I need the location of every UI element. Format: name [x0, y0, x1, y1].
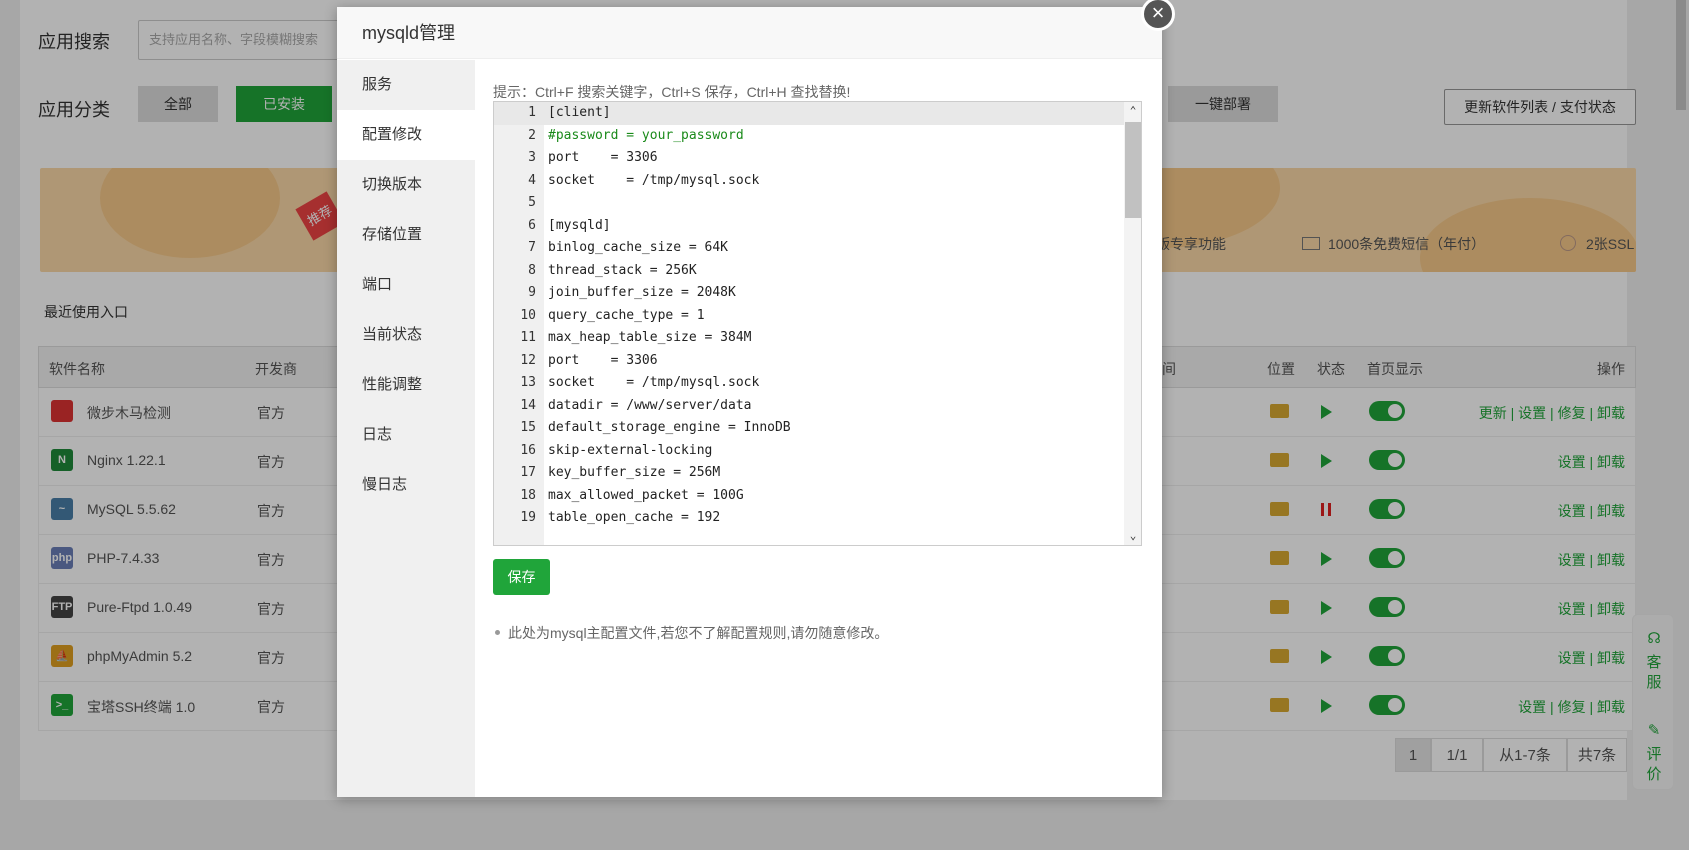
line-content[interactable]: socket = /tmp/mysql.sock	[548, 372, 759, 395]
line-content[interactable]: join_buffer_size = 2048K	[548, 282, 736, 305]
line-number: 2	[528, 127, 536, 143]
line-number: 18	[520, 487, 536, 503]
line-number: 19	[520, 510, 536, 525]
line-content[interactable]: datadir = /www/server/data	[548, 395, 752, 418]
editor-line: 2 #password = your_password	[494, 125, 1124, 148]
line-number: 16	[520, 442, 536, 458]
mysqld-manager-modal: mysqld管理 × 服务 配置修改 切换版本 存储位置 端口 当前状态 性能调整 日志 慢日志…	[337, 0, 1175, 797]
line-number: 11	[520, 330, 536, 345]
editor-line: 3 port = 3306	[494, 147, 1124, 170]
sidebar-item[interactable]: 性能调整	[337, 360, 475, 410]
editor-line: 9 join_buffer_size = 2048K	[494, 282, 1124, 305]
editor-line: 11 max_heap_table_size = 384M	[494, 327, 1124, 350]
line-content[interactable]: port = 3306	[548, 350, 658, 373]
save-button[interactable]: 保存	[493, 559, 550, 595]
config-editor[interactable]: 1 [client] 2 #password = your_password 3 port…	[493, 101, 1142, 546]
line-content[interactable]: [client]	[548, 102, 611, 125]
line-content[interactable]: [mysqld]	[548, 215, 611, 238]
line-number: 3	[528, 150, 536, 165]
line-content[interactable]: binlog_cache_size = 64K	[548, 237, 728, 260]
sidebar-item[interactable]: 存储位置	[337, 210, 475, 260]
line-number: 12	[520, 352, 536, 368]
editor-line: 13 socket = /tmp/mysql.sock	[494, 372, 1124, 395]
modal-title: mysqld管理	[337, 7, 1162, 59]
line-content[interactable]: query_cache_type = 1	[548, 305, 705, 328]
editor-scroll-thumb[interactable]	[1125, 122, 1141, 218]
editor-line: 4 socket = /tmp/mysql.sock	[494, 170, 1124, 193]
line-number: 4	[528, 172, 536, 188]
sidebar-item[interactable]: 慢日志	[337, 460, 475, 510]
editor-line: 17 key_buffer_size = 256M	[494, 462, 1124, 485]
sidebar-item[interactable]: 端口	[337, 260, 475, 310]
editor-line: 7 binlog_cache_size = 64K	[494, 237, 1124, 260]
line-content[interactable]: socket = /tmp/mysql.sock	[548, 170, 759, 193]
line-content[interactable]: table_open_cache = 192	[548, 507, 720, 530]
chevron-down-icon[interactable]: ⌄	[1124, 527, 1141, 545]
chevron-up-icon[interactable]: ⌃	[1124, 102, 1141, 120]
editor-line: 10 query_cache_type = 1	[494, 305, 1124, 328]
line-number: 5	[528, 195, 536, 210]
config-note-text: 此处为mysql主配置文件,若您不了解配置规则,请勿随意修改。	[508, 625, 889, 641]
sidebar-item[interactable]: 配置修改	[337, 110, 475, 160]
editor-hint: 提示：Ctrl+F 搜索关键字，Ctrl+S 保存，Ctrl+H 查找替换!	[493, 84, 851, 100]
sidebar-item[interactable]: 切换版本	[337, 160, 475, 210]
line-content[interactable]: key_buffer_size = 256M	[548, 462, 720, 485]
line-content[interactable]: skip-external-locking	[548, 440, 712, 463]
line-number: 17	[520, 465, 536, 480]
editor-line: 1 [client]	[494, 102, 1124, 125]
sidebar-item[interactable]: 当前状态	[337, 310, 475, 360]
sidebar-item[interactable]: 服务	[337, 60, 475, 110]
line-content[interactable]: max_allowed_packet = 100G	[548, 485, 744, 508]
line-content[interactable]: #password = your_password	[548, 125, 744, 148]
editor-line: 5	[494, 192, 1124, 215]
line-content[interactable]: max_heap_table_size = 384M	[548, 327, 752, 350]
line-number: 1	[528, 105, 536, 120]
sidebar-item[interactable]: 日志	[337, 410, 475, 460]
editor-line: 15 default_storage_engine = InnoDB	[494, 417, 1124, 440]
line-number: 7	[528, 240, 536, 255]
line-number: 8	[528, 262, 536, 278]
line-number: 9	[528, 285, 536, 300]
editor-line: 16 skip-external-locking	[494, 440, 1124, 463]
editor-line: 6 [mysqld]	[494, 215, 1124, 238]
editor-line: 19 table_open_cache = 192	[494, 507, 1124, 530]
line-content[interactable]: port = 3306	[548, 147, 658, 170]
line-content[interactable]: default_storage_engine = InnoDB	[548, 417, 791, 440]
line-number: 13	[520, 375, 536, 390]
line-number: 10	[520, 307, 536, 323]
line-number: 14	[520, 397, 536, 413]
editor-line: 12 port = 3306	[494, 350, 1124, 373]
config-note: 此处为mysql主配置文件,若您不了解配置规则,请勿随意修改。	[493, 623, 888, 643]
modal-sidebar: 服务 配置修改 切换版本 存储位置 端口 当前状态 性能调整 日志 慢日志	[337, 60, 475, 797]
editor-line: 8 thread_stack = 256K	[494, 260, 1124, 283]
line-content[interactable]: thread_stack = 256K	[548, 260, 697, 283]
line-number: 6	[528, 217, 536, 233]
editor-line: 18 max_allowed_packet = 100G	[494, 485, 1124, 508]
line-number: 15	[520, 420, 536, 435]
editor-scrollbar[interactable]: ⌃ ⌄	[1124, 102, 1141, 545]
editor-line: 14 datadir = /www/server/data	[494, 395, 1124, 418]
